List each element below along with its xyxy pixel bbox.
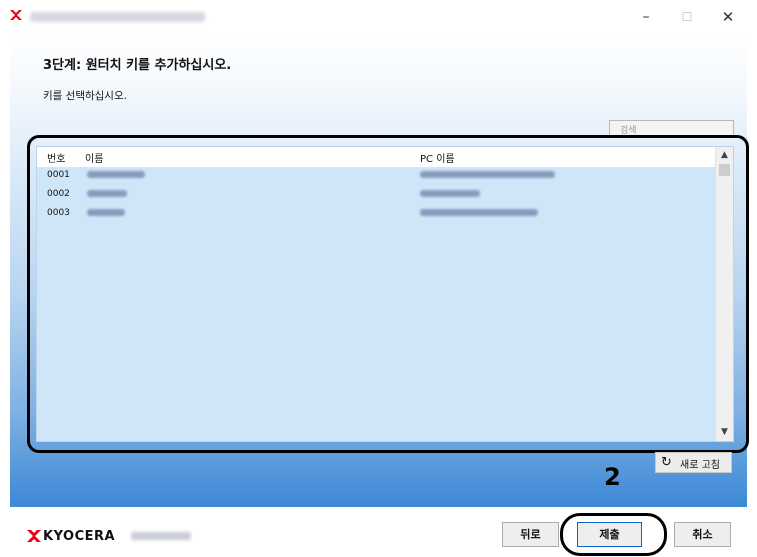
row-name-redacted bbox=[87, 171, 145, 178]
submit-button[interactable]: 제출 bbox=[577, 522, 642, 547]
close-button[interactable]: ✕ bbox=[708, 4, 748, 30]
row-pc-name-redacted bbox=[420, 190, 480, 197]
list-scrollbar[interactable]: ▲ ▼ bbox=[715, 147, 733, 441]
table-row[interactable]: 0003 bbox=[37, 205, 717, 224]
refresh-icon: ↻ bbox=[661, 455, 672, 470]
column-header-name[interactable]: 이름 bbox=[85, 150, 103, 165]
callout-step-number: 2 bbox=[604, 463, 621, 491]
table-row[interactable]: 0001 bbox=[37, 167, 717, 186]
row-number: 0001 bbox=[47, 170, 70, 180]
back-button[interactable]: 뒤로 bbox=[502, 522, 559, 547]
column-header-pc-name[interactable]: PC 이름 bbox=[420, 150, 455, 165]
installer-window: – ☐ ✕ 3단계: 원터치 키를 추가하십시오. 키를 선택하십시오. 검색 … bbox=[0, 0, 757, 557]
scrollbar-thumb[interactable] bbox=[719, 164, 730, 176]
row-name-redacted bbox=[87, 209, 125, 216]
scroll-down-icon[interactable]: ▼ bbox=[716, 424, 733, 441]
row-pc-name-redacted bbox=[420, 209, 538, 216]
refresh-label: 새로 고침 bbox=[680, 460, 720, 471]
minimize-button[interactable]: – bbox=[626, 4, 666, 30]
kyocera-app-icon bbox=[10, 10, 22, 20]
one-touch-key-list[interactable]: 번호 이름 PC 이름 0001 0002 0003 ▲ ▼ bbox=[36, 146, 734, 442]
version-redacted bbox=[131, 532, 191, 540]
row-number: 0002 bbox=[47, 189, 70, 199]
brand-name: KYOCERA bbox=[43, 529, 116, 544]
row-number: 0003 bbox=[47, 208, 70, 218]
row-pc-name-redacted bbox=[420, 171, 555, 178]
maximize-button[interactable]: ☐ bbox=[667, 4, 707, 30]
search-placeholder: 검색 bbox=[620, 126, 637, 136]
row-name-redacted bbox=[87, 190, 127, 197]
window-title-redacted bbox=[30, 12, 205, 22]
refresh-button[interactable]: ↻ 새로 고침 bbox=[655, 452, 732, 473]
kyocera-logo-icon bbox=[27, 530, 41, 542]
page-subtitle: 키를 선택하십시오. bbox=[43, 90, 127, 102]
search-input[interactable]: 검색 bbox=[609, 120, 734, 137]
column-header-number[interactable]: 번호 bbox=[47, 150, 65, 165]
cancel-button[interactable]: 취소 bbox=[674, 522, 731, 547]
page-title: 3단계: 원터치 키를 추가하십시오. bbox=[43, 58, 232, 73]
table-row[interactable]: 0002 bbox=[37, 186, 717, 205]
title-bar: – ☐ ✕ bbox=[0, 0, 757, 32]
list-header: 번호 이름 PC 이름 bbox=[37, 147, 717, 168]
scroll-up-icon[interactable]: ▲ bbox=[716, 147, 733, 164]
